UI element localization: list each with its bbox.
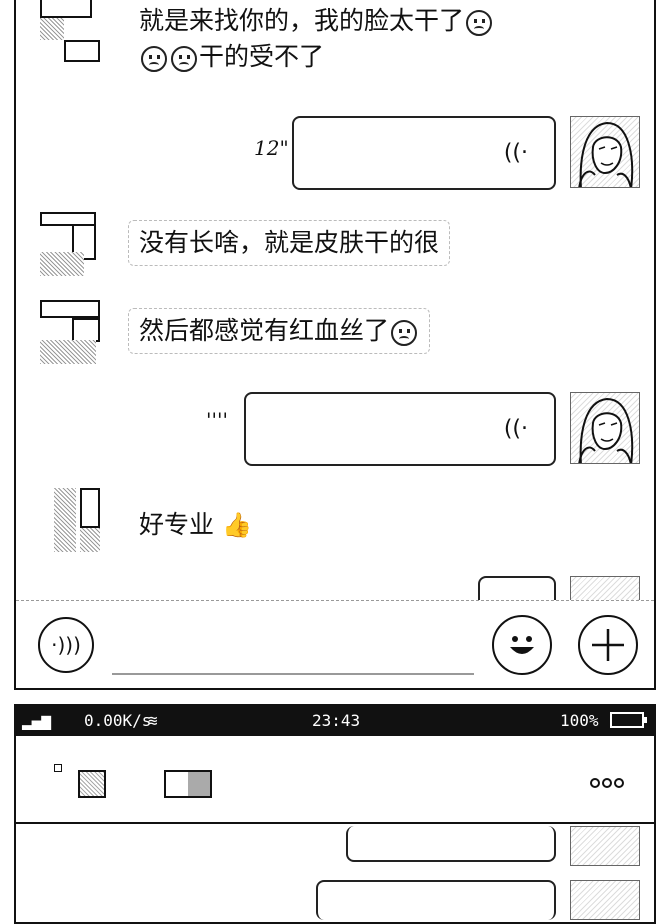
voice-message-bubble[interactable]: ((· xyxy=(244,392,556,466)
my-avatar[interactable] xyxy=(570,392,640,464)
my-avatar[interactable] xyxy=(570,826,640,866)
message-bubble[interactable] xyxy=(346,826,556,862)
chat-header xyxy=(16,736,654,826)
voice-wave-icon: ((· xyxy=(503,140,528,166)
contact-name-block xyxy=(164,770,212,798)
voice-duration: '''' xyxy=(206,408,228,432)
header-divider xyxy=(16,822,654,824)
message-text: 没有长啥，就是皮肤干的很 xyxy=(139,228,440,257)
contact-thumbnail xyxy=(78,770,106,798)
signal-icon: ▂▄▆ xyxy=(22,711,51,730)
battery-icon xyxy=(610,712,647,728)
contact-avatar[interactable] xyxy=(36,488,100,552)
voice-wave-icon: ((· xyxy=(503,416,528,442)
woman-portrait-icon xyxy=(578,121,634,187)
chat-screen-bottom: ▂▄▆ 0.00K/s ≋ 23:43 100% xyxy=(14,704,656,924)
network-speed: 0.00K/s xyxy=(84,711,152,730)
contact-avatar[interactable] xyxy=(36,212,100,276)
message-bubble[interactable]: 然后都感觉有红血丝了 xyxy=(128,308,431,354)
chat-screen-top: 就是来找你的，我的脸太干了 干的受不了 12" ((· 没有长啥，就是皮肤干的很… xyxy=(14,0,656,690)
status-bar: ▂▄▆ 0.00K/s ≋ 23:43 100% xyxy=(16,706,654,736)
woman-portrait-icon xyxy=(578,397,634,463)
voice-message-bubble[interactable]: ((· xyxy=(292,116,556,190)
message-bubble[interactable]: 好专业 👍 xyxy=(128,502,263,548)
contact-avatar[interactable] xyxy=(36,0,100,62)
plus-button[interactable] xyxy=(578,615,638,675)
sad-emoji-icon xyxy=(141,45,167,72)
message-text: 就是来找你的，我的脸太干了 xyxy=(139,6,465,35)
back-icon[interactable] xyxy=(54,764,62,772)
smiley-icon xyxy=(510,636,534,654)
voice-icon: ·))) xyxy=(51,633,81,657)
plus-icon xyxy=(592,629,624,661)
sad-emoji-icon xyxy=(171,45,197,72)
wifi-icon: ≋ xyxy=(148,711,158,730)
message-text: 然后都感觉有红血丝了 xyxy=(139,316,390,345)
voice-duration: 12" xyxy=(254,136,289,160)
my-avatar[interactable] xyxy=(570,116,640,188)
clock: 23:43 xyxy=(312,711,361,730)
contact-avatar[interactable] xyxy=(36,300,100,364)
message-bubble[interactable] xyxy=(316,880,556,920)
my-avatar[interactable] xyxy=(570,880,640,920)
chat-input-bar: ·))) xyxy=(16,600,654,687)
voice-input-button[interactable]: ·))) xyxy=(38,617,94,673)
sad-emoji-icon xyxy=(466,9,493,36)
thumbs-up-icon: 👍 xyxy=(221,511,252,539)
message-bubble[interactable]: 没有长啥，就是皮肤干的很 xyxy=(128,220,451,266)
message-input[interactable] xyxy=(112,673,474,675)
battery-percent: 100% xyxy=(560,711,599,730)
sad-emoji-icon xyxy=(391,319,418,346)
message-bubble[interactable]: 就是来找你的，我的脸太干了 干的受不了 xyxy=(128,0,506,80)
emoji-button[interactable] xyxy=(492,615,552,675)
message-text: 好专业 xyxy=(139,510,215,539)
message-text: 干的受不了 xyxy=(199,42,325,71)
more-dots-icon[interactable] xyxy=(590,778,624,788)
